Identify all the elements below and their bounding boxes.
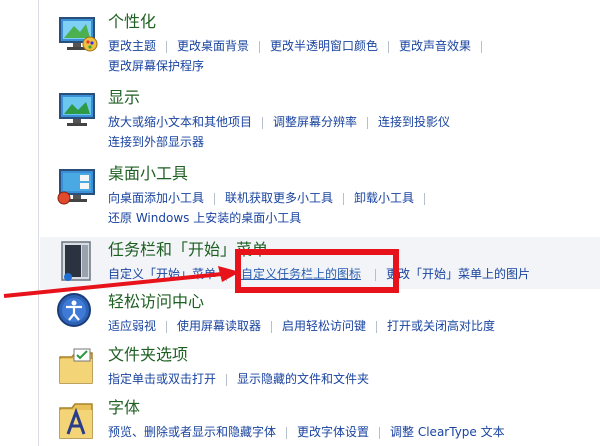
- link-manage-fonts[interactable]: 预览、删除或者显示和隐藏字体: [108, 422, 280, 442]
- link-change-theme[interactable]: 更改主题: [108, 36, 160, 56]
- personalization-icon[interactable]: [56, 12, 100, 56]
- category-desktop-gadgets: 桌面小工具 向桌面添加小工具 联机获取更多小工具 卸载小工具 还原 Windows …: [56, 164, 596, 230]
- link-add-gadgets[interactable]: 向桌面添加小工具: [108, 188, 208, 208]
- separator: [271, 320, 273, 333]
- category-title[interactable]: 文件夹选项: [108, 345, 188, 365]
- link-change-window-color[interactable]: 更改半透明窗口颜色: [266, 36, 382, 56]
- pointer-arrow: [3, 266, 240, 298]
- separator: [424, 192, 426, 205]
- separator: [367, 116, 369, 129]
- left-border: [38, 0, 39, 446]
- separator: [166, 40, 168, 53]
- category-folder-options: 文件夹选项 指定单击或双击打开 显示隐藏的文件和文件夹: [56, 345, 596, 391]
- link-scale-text[interactable]: 放大或缩小文本和其他项目: [108, 112, 256, 132]
- category-display: 显示 放大或缩小文本和其他项目 调整屏幕分辨率 连接到投影仪 连接到外部显示器: [56, 88, 596, 154]
- link-external-display[interactable]: 连接到外部显示器: [108, 132, 208, 152]
- category-title[interactable]: 字体: [108, 398, 140, 418]
- link-change-start-menu-picture[interactable]: 更改「开始」菜单上的图片: [382, 264, 534, 284]
- link-connect-projector[interactable]: 连接到投影仪: [374, 112, 454, 132]
- link-get-more-gadgets[interactable]: 联机获取更多小工具: [221, 188, 337, 208]
- separator: [376, 320, 378, 333]
- separator: [379, 426, 381, 439]
- separator: [166, 320, 168, 333]
- category-title[interactable]: 显示: [108, 88, 140, 108]
- category-personalization: 个性化 更改主题 更改桌面背景 更改半透明窗口颜色 更改声音效果 更改屏幕保护程序: [56, 12, 596, 78]
- link-accessibility-keys[interactable]: 启用轻松访问键: [278, 316, 370, 336]
- link-show-hidden-files[interactable]: 显示隐藏的文件和文件夹: [233, 369, 373, 389]
- link-high-contrast[interactable]: 打开或关闭高对比度: [383, 316, 499, 336]
- separator: [262, 116, 264, 129]
- separator: [214, 192, 216, 205]
- link-uninstall-gadget[interactable]: 卸载小工具: [350, 188, 418, 208]
- separator: [343, 192, 345, 205]
- link-restore-gadgets[interactable]: 还原 Windows 上安装的桌面小工具: [108, 208, 305, 228]
- category-links: 放大或缩小文本和其他项目 调整屏幕分辨率 连接到投影仪 连接到外部显示器: [108, 112, 596, 152]
- category-links: 指定单击或双击打开 显示隐藏的文件和文件夹: [108, 369, 596, 389]
- category-fonts: 字体 预览、删除或者显示和隐藏字体 更改字体设置 调整 ClearType 文本: [56, 398, 596, 444]
- category-links: 向桌面添加小工具 联机获取更多小工具 卸载小工具 还原 Windows 上安装的桌面…: [108, 188, 596, 228]
- fonts-icon[interactable]: [56, 398, 100, 442]
- separator: [481, 40, 483, 53]
- link-cleartype[interactable]: 调整 ClearType 文本: [386, 422, 509, 442]
- highlight-box: [235, 249, 399, 293]
- link-change-desktop-background[interactable]: 更改桌面背景: [173, 36, 253, 56]
- category-title[interactable]: 个性化: [108, 12, 156, 32]
- separator: [388, 40, 390, 53]
- desktop-gadgets-icon[interactable]: [56, 164, 100, 208]
- category-title[interactable]: 桌面小工具: [108, 164, 188, 184]
- folder-options-icon[interactable]: [56, 345, 100, 389]
- separator: [286, 426, 288, 439]
- link-low-vision[interactable]: 适应弱视: [108, 316, 160, 336]
- category-links: 更改主题 更改桌面背景 更改半透明窗口颜色 更改声音效果 更改屏幕保护程序: [108, 36, 596, 76]
- link-font-settings[interactable]: 更改字体设置: [293, 422, 373, 442]
- separator: [259, 40, 261, 53]
- separator: [226, 373, 228, 386]
- link-change-sound-effects[interactable]: 更改声音效果: [395, 36, 475, 56]
- link-change-screensaver[interactable]: 更改屏幕保护程序: [108, 56, 208, 76]
- display-icon[interactable]: [56, 88, 100, 132]
- link-screen-resolution[interactable]: 调整屏幕分辨率: [269, 112, 361, 132]
- link-single-or-double-click[interactable]: 指定单击或双击打开: [108, 369, 220, 389]
- category-links: 适应弱视 使用屏幕读取器 启用轻松访问键 打开或关闭高对比度: [108, 316, 596, 336]
- category-links: 预览、删除或者显示和隐藏字体 更改字体设置 调整 ClearType 文本: [108, 422, 596, 442]
- link-screen-reader[interactable]: 使用屏幕读取器: [173, 316, 265, 336]
